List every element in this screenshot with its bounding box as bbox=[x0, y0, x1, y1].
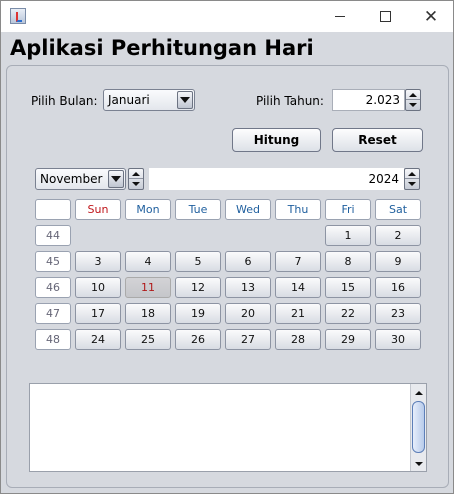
chevron-down-icon[interactable] bbox=[108, 170, 124, 188]
spin-up-icon[interactable] bbox=[129, 169, 143, 179]
page-title: Aplikasi Perhitungan Hari bbox=[10, 36, 314, 60]
chevron-down-icon[interactable] bbox=[177, 91, 193, 109]
app-window: ✕ Aplikasi Perhitungan Hari Pilih Bulan:… bbox=[0, 0, 454, 494]
calendar-year-input[interactable]: 2024 bbox=[149, 168, 404, 190]
vertical-scrollbar[interactable] bbox=[410, 384, 426, 471]
calendar-year-value: 2024 bbox=[368, 172, 399, 186]
minimize-button[interactable] bbox=[317, 1, 363, 32]
calendar-day[interactable]: 10 bbox=[75, 277, 121, 298]
calendar-day[interactable]: 17 bbox=[75, 303, 121, 324]
week-number: 45 bbox=[35, 251, 71, 272]
calendar-day[interactable]: 12 bbox=[175, 277, 221, 298]
weekday-header: Wed bbox=[225, 199, 271, 220]
result-textarea[interactable] bbox=[29, 383, 427, 472]
year-input-value: 2.023 bbox=[365, 93, 400, 107]
calendar-day[interactable]: 14 bbox=[275, 277, 321, 298]
month-label: Pilih Bulan: bbox=[31, 94, 98, 108]
calendar-day[interactable]: 13 bbox=[225, 277, 271, 298]
year-label: Pilih Tahun: bbox=[256, 94, 324, 108]
weekday-header: Sun bbox=[75, 199, 121, 220]
weekday-header: Fri bbox=[325, 199, 371, 220]
calendar-month-select[interactable]: November bbox=[35, 168, 126, 190]
calendar-day[interactable]: 25 bbox=[125, 329, 171, 350]
week-number: 46 bbox=[35, 277, 71, 298]
weekday-header: Thu bbox=[275, 199, 321, 220]
calendar-day[interactable]: 22 bbox=[325, 303, 371, 324]
calendar-day[interactable]: 21 bbox=[275, 303, 321, 324]
year-input[interactable]: 2.023 bbox=[332, 89, 405, 111]
calendar-day-today[interactable]: 11 bbox=[125, 277, 171, 298]
month-select[interactable]: Januari bbox=[103, 89, 195, 111]
week-number: 47 bbox=[35, 303, 71, 324]
close-button[interactable]: ✕ bbox=[408, 1, 454, 32]
java-cup-icon bbox=[10, 8, 26, 24]
year-spinner[interactable] bbox=[405, 89, 421, 111]
calendar-day[interactable]: 1 bbox=[325, 225, 371, 246]
spin-up-icon[interactable] bbox=[406, 90, 420, 100]
week-number: 44 bbox=[35, 225, 71, 246]
calendar-day[interactable]: 9 bbox=[375, 251, 421, 272]
calendar-day[interactable]: 8 bbox=[325, 251, 371, 272]
calendar-day[interactable]: 4 bbox=[125, 251, 171, 272]
weekday-header: Sat bbox=[375, 199, 421, 220]
hitung-button[interactable]: Hitung bbox=[232, 128, 321, 152]
spin-up-icon[interactable] bbox=[405, 169, 419, 179]
spin-down-icon[interactable] bbox=[406, 100, 420, 110]
calendar-day[interactable]: 6 bbox=[225, 251, 271, 272]
calendar-day[interactable]: 16 bbox=[375, 277, 421, 298]
calendar-month-value: November bbox=[40, 172, 103, 186]
calendar-day[interactable]: 5 bbox=[175, 251, 221, 272]
calendar-day[interactable]: 26 bbox=[175, 329, 221, 350]
calendar-month-spinner[interactable] bbox=[128, 168, 144, 190]
calendar-day[interactable]: 19 bbox=[175, 303, 221, 324]
maximize-button[interactable] bbox=[362, 1, 408, 32]
calendar-day[interactable]: 20 bbox=[225, 303, 271, 324]
calendar-day[interactable]: 28 bbox=[275, 329, 321, 350]
calendar-day[interactable]: 18 bbox=[125, 303, 171, 324]
weekday-header: Mon bbox=[125, 199, 171, 220]
calendar-day[interactable]: 27 bbox=[225, 329, 271, 350]
calendar-day[interactable]: 2 bbox=[375, 225, 421, 246]
calendar-day[interactable]: 29 bbox=[325, 329, 371, 350]
calendar-day[interactable]: 24 bbox=[75, 329, 121, 350]
scroll-up-icon[interactable] bbox=[412, 386, 425, 399]
scroll-thumb[interactable] bbox=[412, 401, 425, 453]
month-select-value: Januari bbox=[108, 93, 150, 107]
calendar-day[interactable]: 7 bbox=[275, 251, 321, 272]
reset-button[interactable]: Reset bbox=[332, 128, 423, 152]
result-text bbox=[30, 384, 426, 390]
spin-down-icon[interactable] bbox=[129, 179, 143, 189]
spin-down-icon[interactable] bbox=[405, 179, 419, 189]
calendar-day[interactable]: 23 bbox=[375, 303, 421, 324]
calendar-corner bbox=[35, 199, 71, 220]
calendar-day[interactable]: 30 bbox=[375, 329, 421, 350]
calendar-day[interactable]: 15 bbox=[325, 277, 371, 298]
calendar-year-spinner[interactable] bbox=[404, 168, 420, 190]
scroll-down-icon[interactable] bbox=[412, 457, 425, 470]
calendar-day[interactable]: 3 bbox=[75, 251, 121, 272]
week-number: 48 bbox=[35, 329, 71, 350]
title-bar: ✕ bbox=[1, 1, 453, 32]
weekday-header: Tue bbox=[175, 199, 221, 220]
